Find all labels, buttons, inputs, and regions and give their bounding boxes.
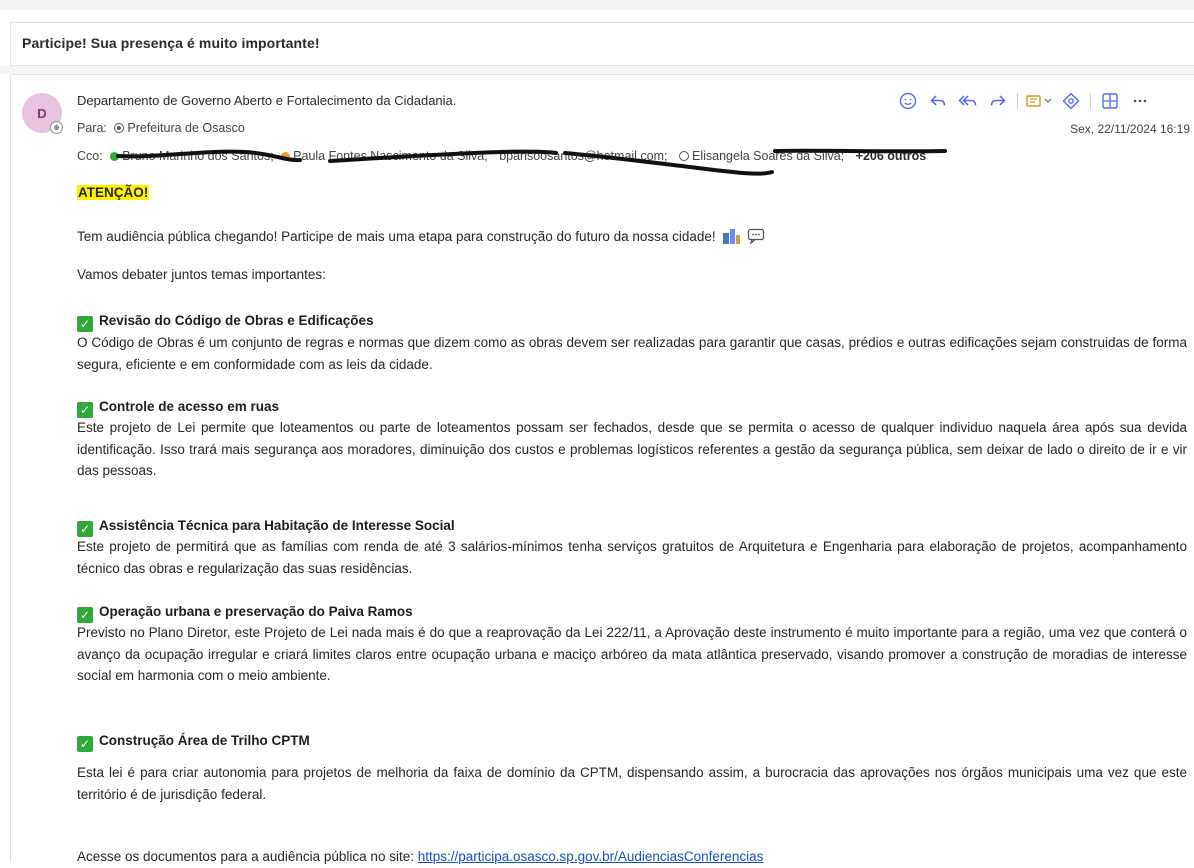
- message-date: Sex, 22/11/2024 16:19: [1070, 122, 1190, 136]
- more-icon[interactable]: [1125, 89, 1155, 113]
- grid-view-icon[interactable]: [1095, 89, 1125, 113]
- apps-icon[interactable]: [1022, 89, 1056, 113]
- topic-text: O Código de Obras é um conjunto de regra…: [77, 335, 1187, 372]
- to-recipient[interactable]: Prefeitura de Osasco: [127, 121, 244, 135]
- check-icon: ✓: [77, 736, 93, 752]
- topic-title: Operação urbana e preservação do Paiva R…: [99, 604, 413, 619]
- speech-bubble-icon: [747, 228, 765, 251]
- topic-title: Revisão do Código de Obras e Edificações: [99, 313, 374, 328]
- toolbar-divider: [1017, 93, 1018, 109]
- subject-bar: Participe! Sua presença é muito importan…: [10, 22, 1194, 66]
- topic-heading: ✓ Controle de acesso em ruas: [77, 396, 279, 418]
- cc-line: Cco: Bruno Marinho dos Santos; Paula Fon…: [77, 149, 926, 163]
- email-subject: Participe! Sua presença é muito importan…: [22, 35, 320, 51]
- check-icon: ✓: [77, 521, 93, 537]
- immersive-reader-icon[interactable]: [1056, 89, 1086, 113]
- reply-icon[interactable]: [923, 89, 953, 113]
- cc-recipient[interactable]: Elisangela Soares da Silva;: [692, 149, 844, 163]
- gap-strip: [0, 66, 1194, 74]
- topic-heading: ✓ Revisão do Código de Obras e Edificaçõe…: [77, 310, 374, 332]
- attention-label: ATENÇÃO!: [77, 185, 150, 200]
- topic-title: Controle de acesso em ruas: [99, 399, 280, 414]
- intro-paragraph: Tem audiência pública chegando! Particip…: [77, 226, 765, 251]
- cc-recipient[interactable]: bparisoosantos@hotmail.com;: [499, 149, 667, 163]
- topic-text: Este projeto de permitirá que as família…: [77, 539, 1187, 576]
- to-line: Para: Prefeitura de Osasco: [77, 121, 245, 135]
- emoji-icon[interactable]: [893, 89, 923, 113]
- presence-away-icon: [281, 152, 291, 161]
- check-icon: ✓: [77, 402, 93, 418]
- forward-icon[interactable]: [983, 89, 1013, 113]
- city-icon: [722, 228, 741, 251]
- reply-all-icon[interactable]: [953, 89, 983, 113]
- check-icon: ✓: [77, 316, 93, 332]
- sender-name[interactable]: Departamento de Governo Aberto e Fortale…: [77, 93, 456, 108]
- message-toolbar: [893, 89, 1155, 113]
- site-line: Acesse os documentos para a audiência pú…: [77, 846, 763, 868]
- avatar-initial: D: [37, 105, 47, 121]
- topic-text: Esta lei é para criar autonomia para pro…: [77, 765, 1187, 802]
- topic-heading: ✓ Operação urbana e preservação do Paiva …: [77, 601, 413, 623]
- debate-text: Vamos debater juntos temas importantes:: [77, 267, 326, 282]
- check-icon: ✓: [77, 607, 93, 623]
- topic-title: Construção Área de Trilho CPTM: [99, 733, 310, 748]
- cc-recipient[interactable]: Paula Fontes Nascimento da Silva;: [293, 149, 488, 163]
- top-strip: [0, 0, 1194, 10]
- to-label: Para:: [77, 121, 107, 135]
- presence-available-icon: [110, 152, 120, 161]
- recipient-status-icon: [679, 151, 689, 161]
- intro-text: Tem audiência pública chegando! Particip…: [77, 229, 716, 244]
- toolbar-divider-2: [1090, 93, 1091, 109]
- topic-heading: ✓ Assistência Técnica para Habitação de I…: [77, 515, 455, 537]
- cc-more-link[interactable]: +206 outros: [856, 149, 927, 163]
- topic-text: Previsto no Plano Diretor, este Projeto …: [77, 625, 1187, 683]
- cc-recipient[interactable]: Bruno Marinho dos Santos;: [122, 149, 273, 163]
- presence-icon: [50, 121, 63, 134]
- topic-title: Assistência Técnica para Habitação de In…: [99, 518, 455, 533]
- cc-label: Cco:: [77, 149, 103, 163]
- topic-text: Este projeto de Lei permite que loteamen…: [77, 420, 1187, 478]
- recipient-status-icon: [114, 123, 125, 133]
- topic-heading: ✓ Construção Área de Trilho CPTM: [77, 730, 310, 752]
